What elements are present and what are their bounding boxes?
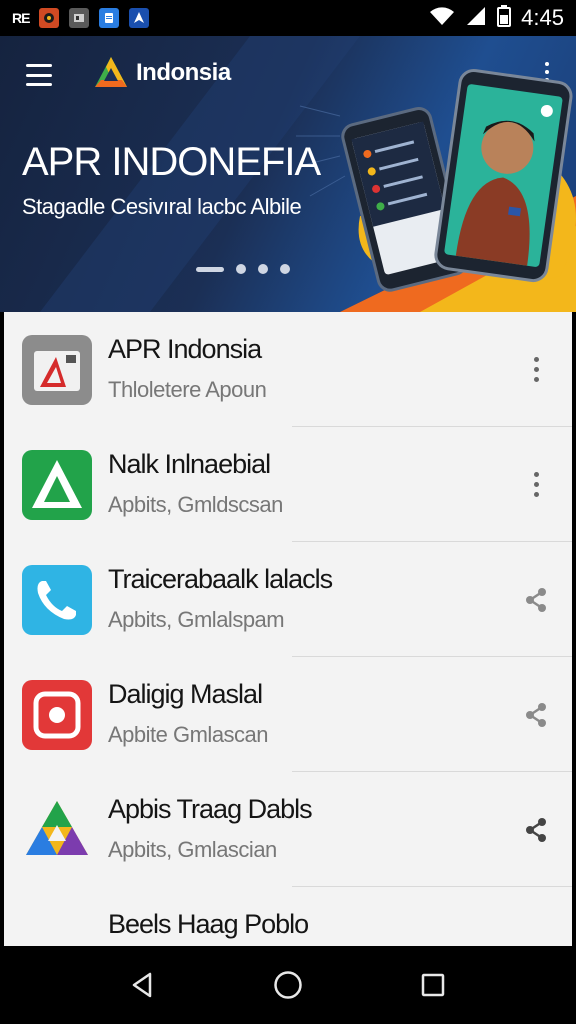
pager-indicator[interactable]: [258, 264, 268, 274]
camera-app-icon: [22, 679, 92, 750]
maps-icon: [129, 8, 150, 28]
app-title: Apbis Traag Dabls: [108, 794, 313, 824]
app-subtitle: Apbite Gmlascan: [108, 722, 269, 747]
app-subtitle: Apbits, Gmlascian: [108, 837, 277, 862]
status-bar: RE 4:45: [0, 0, 576, 36]
back-icon[interactable]: [123, 965, 163, 1005]
wifi-icon: [429, 6, 455, 31]
more-vert-icon[interactable]: [522, 354, 550, 386]
pager-indicator[interactable]: [280, 264, 290, 274]
pager-indicator[interactable]: [236, 264, 246, 274]
phone-app-icon: [22, 564, 92, 635]
share-icon[interactable]: [522, 814, 550, 846]
menu-icon[interactable]: [26, 64, 52, 86]
home-icon[interactable]: [268, 965, 308, 1005]
list-item[interactable]: APR Indonsia Thloletere Apoun: [4, 312, 572, 427]
app-subtitle: Thloletere Apoun: [108, 377, 267, 402]
list-item[interactable]: Nalk Inlnaebial Apbits, Gmldscsan: [4, 427, 572, 542]
brand-name: Indonsia: [136, 59, 231, 86]
app-subtitle: Apbits, Gmlalspam: [108, 607, 285, 632]
triangle-app-icon: [22, 449, 92, 520]
brand-logo: Indonsia: [92, 54, 231, 92]
app-subtitle: Apbits, Gmldscsan: [108, 492, 283, 517]
more-vert-icon[interactable]: [522, 469, 550, 501]
battery-icon: [497, 4, 512, 32]
app-title: Nalk Inlnaebial: [108, 449, 271, 479]
app-list: APR Indonsia Thloletere Apoun Nalk Inlna…: [4, 312, 572, 946]
drive-app-icon: [22, 795, 92, 865]
recents-icon[interactable]: [413, 965, 453, 1005]
banner-pager: [196, 264, 290, 274]
carrier-text: RE: [12, 10, 30, 26]
list-item[interactable]: Traicerabaalk lalacls Apbits, Gmlalspam: [4, 542, 572, 657]
app-title: Beels Haag Poblo: [108, 909, 309, 939]
list-item[interactable]: Apbis Traag Dabls Apbits, Gmlascian: [4, 772, 572, 887]
photo-icon: [69, 8, 90, 28]
app-title: Daligig Maslal: [108, 679, 263, 709]
navigation-bar: [0, 946, 576, 1024]
app-title: APR Indonsia: [108, 334, 262, 364]
banner-title: APR INDONEFIA: [22, 140, 321, 184]
list-item[interactable]: Beels Haag Poblo: [4, 887, 572, 946]
game-icon: [39, 8, 60, 28]
brand-triangle-icon: [95, 57, 127, 87]
signal-icon: [465, 6, 487, 31]
hero-banner[interactable]: Indonsia APR INDONEFIA Stagadle Cesivıra…: [0, 36, 576, 312]
list-item[interactable]: Daligig Maslal Apbite Gmlascan: [4, 657, 572, 772]
app-title: Traicerabaalk lalacls: [108, 564, 333, 594]
docs-icon: [99, 8, 120, 28]
phones-illustration: [341, 69, 573, 292]
clock: 4:45: [521, 5, 564, 30]
banner-subtitle: Stagadle Cesivıral lacbc Albile: [22, 194, 302, 219]
apr-app-icon: [22, 334, 92, 405]
pager-indicator-active[interactable]: [196, 266, 224, 272]
share-icon[interactable]: [522, 699, 550, 731]
share-icon[interactable]: [522, 584, 550, 616]
